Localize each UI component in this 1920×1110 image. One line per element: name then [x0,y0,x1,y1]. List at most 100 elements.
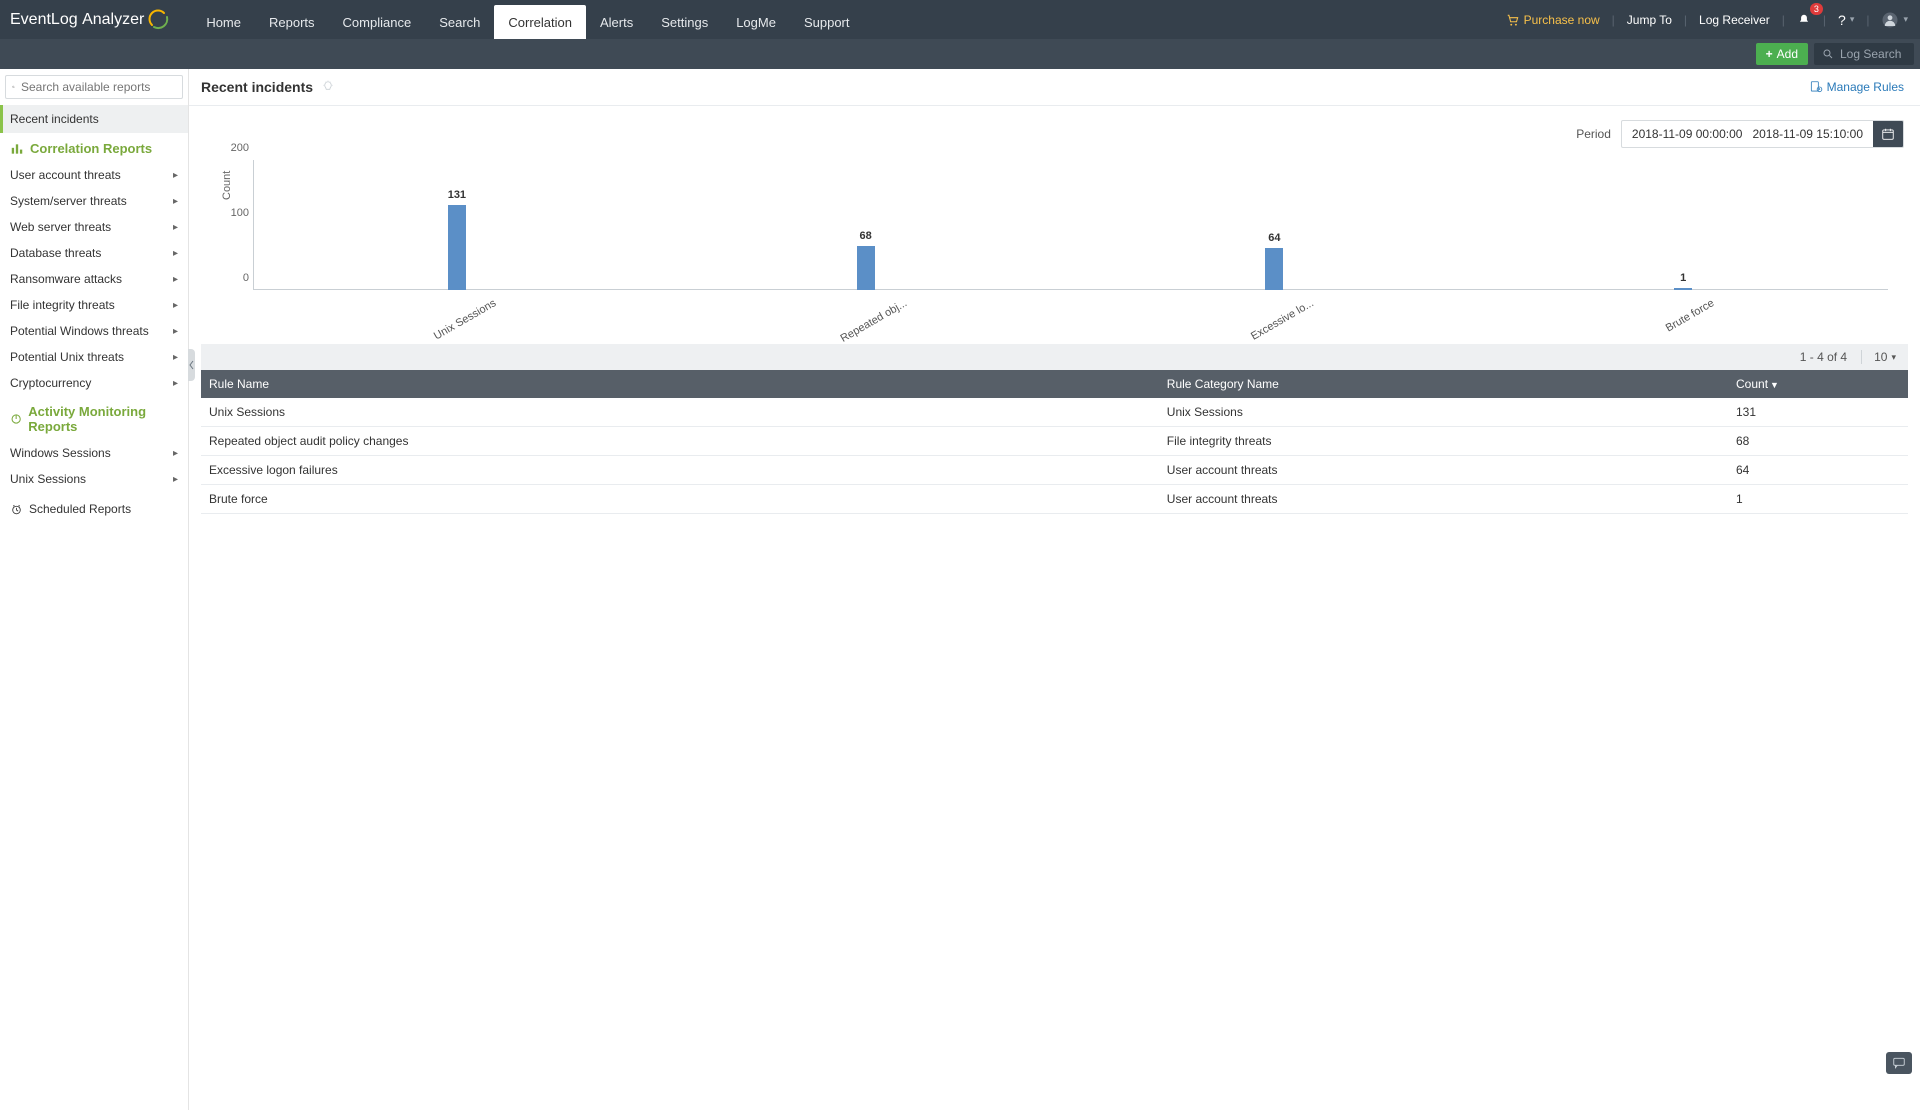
sidebar-item-web-server-threats[interactable]: Web server threats▸ [0,214,188,240]
nav-home[interactable]: Home [192,5,255,39]
main-nav: HomeReportsComplianceSearchCorrelationAl… [192,0,863,39]
chart-x-label-text: Unix Sessions [431,297,497,342]
incidents-table: Rule Name Rule Category Name Count▼ Unix… [201,370,1908,514]
sidebar-section-correlation: User account threats▸System/server threa… [0,162,188,396]
col-label: Rule Name [209,377,269,391]
period-to: 2018-11-09 15:10:00 [1752,127,1863,141]
chevron-right-icon: ▸ [173,300,178,311]
sidebar-item-unix-sessions[interactable]: Unix Sessions▸ [0,466,188,492]
sidebar-item-potential-unix-threats[interactable]: Potential Unix threats▸ [0,344,188,370]
table-row[interactable]: Repeated object audit policy changesFile… [201,427,1908,456]
sidebar-item-file-integrity-threats[interactable]: File integrity threats ▸ [0,292,188,318]
page-header: Recent incidents Manage Rules [189,69,1920,106]
bar-chart: Count 13168641 Unix SessionsRepeated obj… [253,160,1888,320]
sidebar-item-label: Potential Windows threats [10,324,149,338]
bar-chart-icon [10,142,24,156]
col-rule-category[interactable]: Rule Category Name [1159,370,1728,398]
manage-rules-link[interactable]: Manage Rules [1809,80,1904,94]
user-avatar-icon [1881,11,1899,29]
nav-compliance[interactable]: Compliance [329,5,426,39]
lightbulb-icon[interactable] [321,80,335,94]
nav-support[interactable]: Support [790,5,864,39]
chart-bar[interactable]: 68 [857,246,875,290]
chart-bar[interactable]: 64 [1265,248,1283,290]
log-receiver-link[interactable]: Log Receiver [1693,7,1776,33]
sidebar-heading-label: Correlation Reports [30,141,152,156]
chevron-down-icon: ▾ [1903,14,1908,25]
cell-count: 68 [1728,427,1908,456]
sidebar-search-input[interactable] [21,80,176,94]
cell-rule-category: Unix Sessions [1159,398,1728,427]
main-content: Recent incidents Manage Rules Period 201… [189,69,1920,1110]
cell-rule-category: File integrity threats [1159,427,1728,456]
chevron-down-icon: ▾ [1850,14,1855,25]
nav-search[interactable]: Search [425,5,494,39]
sidebar-collapse-handle[interactable] [188,349,195,381]
sidebar-item-windows-sessions[interactable]: Windows Sessions▸ [0,440,188,466]
chevron-right-icon: ▸ [173,378,178,389]
chat-fab[interactable] [1886,1052,1912,1074]
page-size-selector[interactable]: 10 ▾ [1861,350,1896,364]
col-count[interactable]: Count▼ [1728,370,1908,398]
nav-logme[interactable]: LogMe [722,5,790,39]
chevron-right-icon: ▸ [173,248,178,259]
chart-bar-value: 68 [860,230,872,242]
log-search-label: Log Search [1840,47,1901,61]
sidebar-item-label: Recent incidents [10,112,99,126]
y-tick: 0 [225,272,249,284]
manage-rules-label: Manage Rules [1827,80,1904,94]
sidebar-heading-correlation-reports: Correlation Reports [0,133,188,162]
period-dates[interactable]: 2018-11-09 00:00:00 2018-11-09 15:10:00 [1622,121,1873,147]
table-row[interactable]: Brute forceUser account threats1 [201,485,1908,514]
sidebar-item-label: Web server threats [10,220,111,234]
sidebar-item-label: Windows Sessions [10,446,111,460]
period-range-box: 2018-11-09 00:00:00 2018-11-09 15:10:00 [1621,120,1904,148]
nav-settings[interactable]: Settings [647,5,722,39]
nav-correlation[interactable]: Correlation [494,5,586,39]
sidebar-item-label: Ransomware attacks [10,272,122,286]
table-row[interactable]: Excessive logon failuresUser account thr… [201,456,1908,485]
sidebar-item-scheduled-reports[interactable]: Scheduled Reports [0,492,188,526]
sidebar-heading-activity-monitoring: Activity Monitoring Reports [0,396,188,440]
brand-name-2: Analyzer [82,11,144,29]
sidebar-item-database-threats[interactable]: Database threats▸ [0,240,188,266]
notifications-button[interactable]: 3 [1791,7,1817,33]
log-search-button[interactable]: Log Search [1814,43,1914,65]
chart-container: Count 13168641 Unix SessionsRepeated obj… [189,150,1920,324]
jump-to-link[interactable]: Jump To [1621,7,1678,33]
sidebar-item-cryptocurrency[interactable]: Cryptocurrency ▸ [0,370,188,396]
chat-icon [1892,1056,1906,1070]
sidebar-item-user-account-threats[interactable]: User account threats▸ [0,162,188,188]
col-rule-name[interactable]: Rule Name [201,370,1159,398]
chart-bar[interactable]: 131 [448,205,466,290]
chevron-right-icon: ▸ [173,474,178,485]
chart-x-label: Brute force [1479,290,1888,320]
rules-icon [1809,80,1823,94]
sidebar-search[interactable] [5,75,183,99]
sort-desc-icon: ▼ [1770,380,1779,390]
table-row[interactable]: Unix SessionsUnix Sessions131 [201,398,1908,427]
chart-x-label: Repeated obj... [662,290,1071,320]
notification-count-badge: 3 [1810,3,1823,15]
chart-bar-cell: 131 [253,160,662,290]
calendar-button[interactable] [1873,121,1903,147]
col-label: Count [1736,377,1768,391]
sidebar-item-potential-windows-threats[interactable]: Potential Windows threats▸ [0,318,188,344]
nav-alerts[interactable]: Alerts [586,5,647,39]
user-menu[interactable]: ▾ [1875,5,1914,35]
chart-bar-cell: 1 [1479,160,1888,290]
sidebar-item-label: File integrity threats [10,298,115,312]
help-menu[interactable]: ? ▾ [1832,6,1860,34]
purchase-link[interactable]: Purchase now [1500,7,1606,33]
chart-x-label: Unix Sessions [253,290,662,320]
nav-reports[interactable]: Reports [255,5,329,39]
sidebar-item-label: Cryptocurrency [10,376,91,390]
sidebar-item-recent-incidents[interactable]: Recent incidents [0,105,188,133]
bell-icon [1797,13,1811,27]
cell-rule-name: Excessive logon failures [201,456,1159,485]
add-button[interactable]: + Add [1756,43,1808,65]
sidebar-item-ransomware-attacks[interactable]: Ransomware attacks▸ [0,266,188,292]
separator: | [1678,13,1693,27]
table-body: Unix SessionsUnix Sessions131Repeated ob… [201,398,1908,514]
sidebar-item-system-server-threats[interactable]: System/server threats▸ [0,188,188,214]
